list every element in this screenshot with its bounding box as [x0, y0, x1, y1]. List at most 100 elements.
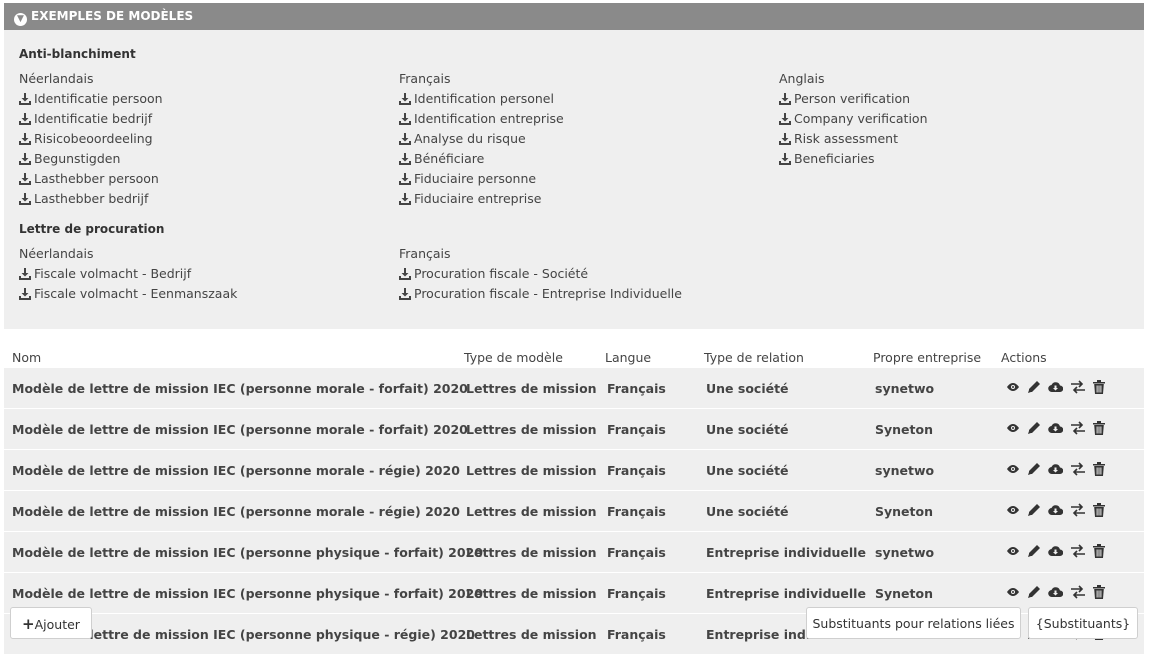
download-link[interactable]: Risk assessment	[779, 129, 928, 149]
trash-icon[interactable]	[1093, 380, 1105, 394]
eye-icon[interactable]	[1006, 463, 1020, 475]
header-propre-entreprise[interactable]: Propre entreprise	[873, 350, 981, 365]
exchange-icon[interactable]	[1070, 462, 1086, 476]
header-type-modele[interactable]: Type de modèle	[464, 350, 563, 365]
download-icon	[779, 91, 794, 106]
table-row[interactable]: Modèle de lettre de mission IEC (personn…	[4, 450, 1144, 491]
cloud-download-icon[interactable]	[1048, 381, 1063, 393]
table-row[interactable]: Modèle de lettre de mission IEC (personn…	[4, 491, 1144, 532]
cell-company: Syneton	[875, 586, 933, 601]
download-link[interactable]: Company verification	[779, 109, 928, 129]
trash-icon[interactable]	[1093, 585, 1105, 599]
download-link-label: Bénéficiare	[414, 151, 485, 166]
cell-template-type: Lettres de mission	[466, 627, 597, 642]
download-link[interactable]: Bénéficiare	[399, 149, 564, 169]
download-link[interactable]: Risicobeoordeeling	[19, 129, 163, 149]
exchange-icon[interactable]	[1070, 503, 1086, 517]
download-icon	[19, 191, 34, 206]
header-nom[interactable]: Nom	[12, 350, 41, 365]
download-icon	[19, 286, 34, 301]
cell-name: Modèle de lettre de mission IEC (personn…	[12, 463, 460, 478]
table-row[interactable]: Modèle de lettre de mission IEC (personn…	[4, 532, 1144, 573]
exchange-icon[interactable]	[1070, 585, 1086, 599]
cloud-download-icon[interactable]	[1048, 504, 1063, 516]
download-link[interactable]: Identification personel	[399, 89, 564, 109]
eye-icon[interactable]	[1006, 504, 1020, 516]
panel-header[interactable]: ▼ EXEMPLES DE MODÈLES	[4, 3, 1144, 30]
cloud-download-icon[interactable]	[1048, 586, 1063, 598]
cell-relation-type: Entreprise individuelle	[706, 586, 866, 601]
download-link[interactable]: Begunstigden	[19, 149, 163, 169]
cloud-download-icon[interactable]	[1048, 463, 1063, 475]
download-link-label: Procuration fiscale - Société	[414, 266, 589, 281]
cloud-download-icon[interactable]	[1048, 422, 1063, 434]
cell-name: Modèle de lettre de mission IEC (personn…	[12, 381, 468, 396]
cloud-download-icon[interactable]	[1048, 545, 1063, 557]
download-link[interactable]: Beneficiaries	[779, 149, 928, 169]
eye-icon[interactable]	[1006, 545, 1020, 557]
download-link[interactable]: Analyse du risque	[399, 129, 564, 149]
language-label: Français	[399, 246, 451, 261]
download-link[interactable]: Fiscale volmacht - Eenmanszaak	[19, 284, 237, 304]
download-link-label: Risicobeoordeeling	[34, 131, 153, 146]
column-en-anti: Anglais Person verification Company verif…	[779, 69, 928, 169]
download-link[interactable]: Procuration fiscale - Société	[399, 264, 682, 284]
download-link[interactable]: Lasthebber bedrijf	[19, 189, 163, 209]
trash-icon[interactable]	[1093, 503, 1105, 517]
row-actions	[1006, 542, 1105, 560]
table-row[interactable]: Modèle de lettre de mission IEC (personn…	[4, 409, 1144, 450]
exchange-icon[interactable]	[1070, 421, 1086, 435]
download-icon	[19, 171, 34, 186]
header-langue[interactable]: Langue	[605, 350, 651, 365]
language-label: Anglais	[779, 71, 825, 86]
download-icon	[779, 131, 794, 146]
section-title: Anti-blanchiment	[19, 47, 136, 61]
eye-icon[interactable]	[1006, 381, 1020, 393]
cell-language: Français	[607, 545, 666, 560]
exchange-icon[interactable]	[1070, 380, 1086, 394]
cell-template-type: Lettres de mission	[466, 586, 597, 601]
trash-icon[interactable]	[1093, 462, 1105, 476]
pencil-icon[interactable]	[1027, 503, 1041, 517]
download-link[interactable]: Identification entreprise	[399, 109, 564, 129]
eye-icon[interactable]	[1006, 586, 1020, 598]
substitutes-related-button[interactable]: Substituants pour relations liées	[806, 607, 1021, 639]
pencil-icon[interactable]	[1027, 380, 1041, 394]
download-link-label: Identification personel	[414, 91, 554, 106]
pencil-icon[interactable]	[1027, 544, 1041, 558]
download-link[interactable]: Procuration fiscale - Entreprise Individ…	[399, 284, 682, 304]
pencil-icon[interactable]	[1027, 462, 1041, 476]
trash-icon[interactable]	[1093, 544, 1105, 558]
cell-company: synetwo	[875, 463, 935, 478]
cell-relation-type: Une société	[706, 463, 789, 478]
cell-relation-type: Une société	[706, 422, 789, 437]
download-link[interactable]: Fiscale volmacht - Bedrijf	[19, 264, 237, 284]
table-row[interactable]: Modèle de lettre de mission IEC (personn…	[4, 368, 1144, 409]
download-icon	[399, 131, 414, 146]
pencil-icon[interactable]	[1027, 585, 1041, 599]
exchange-icon[interactable]	[1070, 544, 1086, 558]
trash-icon[interactable]	[1093, 421, 1105, 435]
download-link-label: Lasthebber bedrijf	[34, 191, 149, 206]
download-icon	[19, 151, 34, 166]
download-link-label: Risk assessment	[794, 131, 898, 146]
cell-language: Français	[607, 504, 666, 519]
substitutes-button[interactable]: {Substituants}	[1028, 607, 1138, 639]
table-header: Nom Type de modèle Langue Type de relati…	[4, 344, 1144, 368]
pencil-icon[interactable]	[1027, 421, 1041, 435]
download-link[interactable]: Fiduciaire entreprise	[399, 189, 564, 209]
plus-icon: +	[22, 615, 35, 633]
download-link[interactable]: Identificatie persoon	[19, 89, 163, 109]
header-type-relation[interactable]: Type de relation	[704, 350, 804, 365]
cell-relation-type: Entreprise individuelle	[706, 545, 866, 560]
download-link[interactable]: Person verification	[779, 89, 928, 109]
add-button[interactable]: +Ajouter	[10, 607, 92, 639]
download-link-label: Analyse du risque	[414, 131, 526, 146]
download-link-label: Person verification	[794, 91, 911, 106]
eye-icon[interactable]	[1006, 422, 1020, 434]
download-link[interactable]: Identificatie bedrijf	[19, 109, 163, 129]
download-link[interactable]: Fiduciaire personne	[399, 169, 564, 189]
download-link-label: Identificatie persoon	[34, 91, 163, 106]
download-link[interactable]: Lasthebber persoon	[19, 169, 163, 189]
section-title: Lettre de procuration	[19, 222, 165, 236]
